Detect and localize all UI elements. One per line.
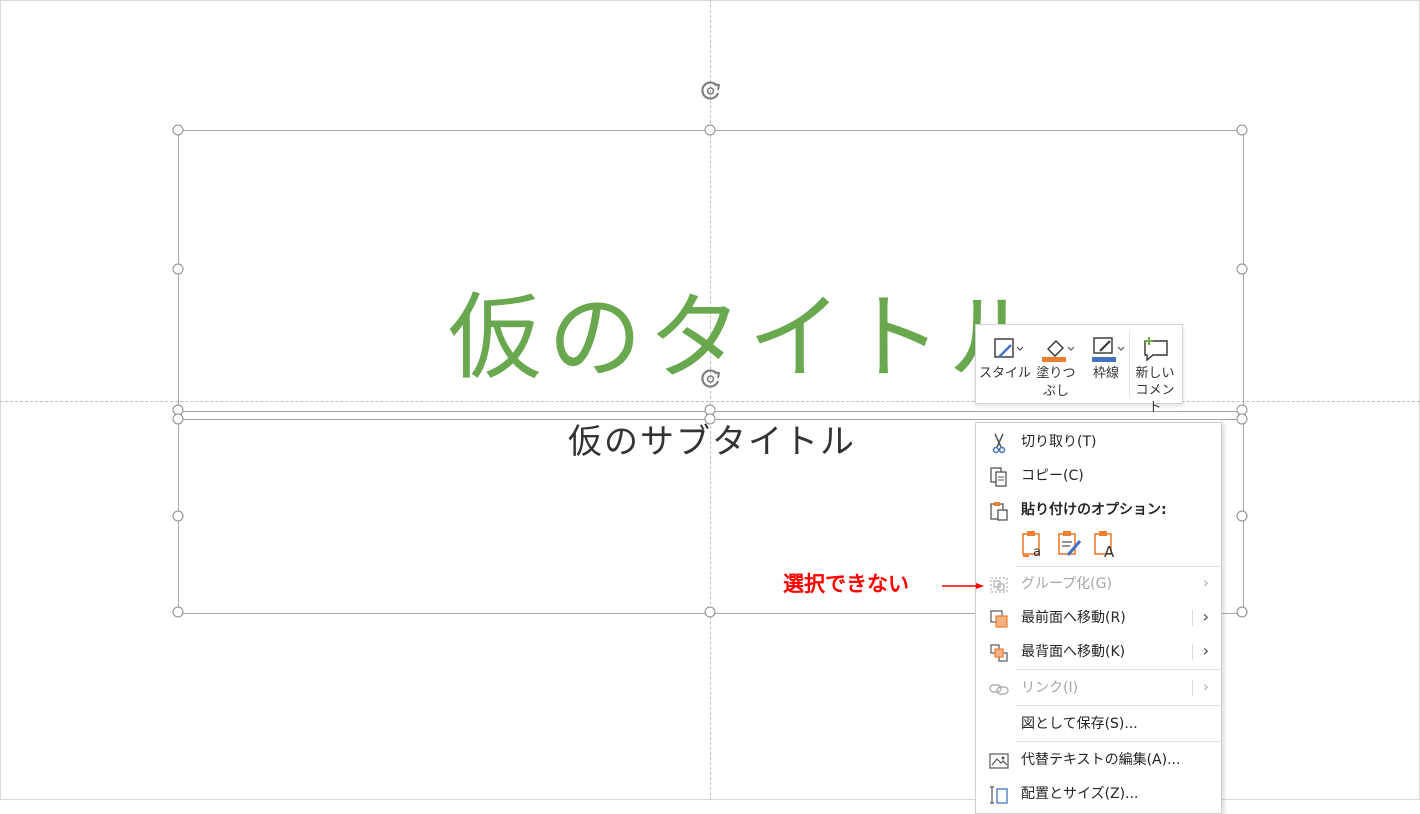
resize-handle[interactable] [1236, 124, 1248, 136]
context-menu: 切り取り(T) コピー(C) 貼り付けのオプション: a A グループ化(G) … [975, 422, 1222, 814]
menu-separator [1016, 566, 1221, 567]
menu-item-alt-text[interactable]: 代替テキストの編集(A)... [976, 745, 1221, 775]
menu-item-group[interactable]: グループ化(G) › [976, 569, 1221, 599]
menu-item-link[interactable]: リンク(I) › [976, 673, 1221, 703]
svg-text:a: a [1033, 545, 1041, 559]
group-icon [990, 577, 1008, 593]
resize-handle[interactable] [1236, 606, 1248, 618]
resize-handle[interactable] [1236, 263, 1248, 275]
resize-handle[interactable] [704, 413, 716, 425]
shape-style-icon [994, 338, 1024, 358]
size-position-icon [990, 786, 1008, 804]
menu-separator [1016, 741, 1221, 742]
menu-item-save-as-picture[interactable]: 図として保存(S)... [976, 709, 1221, 739]
resize-handle[interactable] [704, 124, 716, 136]
resize-handle[interactable] [172, 263, 184, 275]
menu-item-bring-front[interactable]: 最前面へ移動(R) › [976, 603, 1221, 633]
fill-label: 塗りつ ぶし [1036, 366, 1076, 399]
menu-item-size-position[interactable]: 配置とサイズ(Z)... [976, 779, 1221, 809]
mini-toolbar: スタイル 塗りつ ぶし 枠線 新しい コメント [975, 324, 1183, 415]
resize-handle[interactable] [172, 606, 184, 618]
resize-handle[interactable] [1236, 413, 1248, 425]
scissors-icon [992, 433, 1006, 454]
pen-outline-icon [1092, 337, 1125, 362]
split-divider [1192, 680, 1193, 696]
menu-item-copy[interactable]: コピー(C) [976, 461, 1221, 491]
toolbar-separator [1129, 331, 1130, 397]
menu-item-cut[interactable]: 切り取り(T) [976, 427, 1221, 457]
chevron-right-icon[interactable]: › [1203, 641, 1209, 660]
paste-text-only-icon[interactable]: A [1092, 529, 1118, 559]
menu-separator [1016, 705, 1221, 706]
outline-button[interactable]: 枠線 [1082, 331, 1130, 397]
menu-item-send-back[interactable]: 最背面へ移動(K) › [976, 637, 1221, 667]
paint-bucket-icon [1042, 340, 1075, 362]
link-icon [989, 684, 1009, 695]
menu-separator [1016, 669, 1221, 670]
alt-text-icon [989, 753, 1009, 769]
resize-handle[interactable] [1236, 510, 1248, 522]
slide-subtitle[interactable]: 仮のサブタイトル [568, 420, 856, 464]
split-divider [1192, 610, 1193, 626]
send-to-back-icon [990, 644, 1008, 662]
style-button[interactable]: スタイル [979, 331, 1031, 397]
clipboard-icon [990, 502, 1008, 521]
paste-keep-format-icon[interactable]: a [1020, 529, 1046, 559]
paste-picture-icon[interactable] [1056, 529, 1082, 559]
comment-icon [1144, 337, 1168, 362]
rotate-icon[interactable] [698, 78, 724, 104]
new-comment-label: 新しい コメント [1135, 366, 1175, 415]
annotation-label: 選択できない [783, 572, 909, 596]
copy-icon [990, 467, 1007, 487]
resize-handle[interactable] [172, 510, 184, 522]
chevron-right-icon[interactable]: › [1203, 607, 1209, 626]
resize-handle[interactable] [172, 413, 184, 425]
split-divider [1192, 644, 1193, 660]
annotation-arrow-icon [942, 583, 984, 589]
chevron-right-icon: › [1202, 573, 1209, 592]
rotate-icon[interactable] [698, 366, 724, 392]
resize-handle[interactable] [704, 606, 716, 618]
svg-text:A: A [1104, 543, 1115, 559]
paste-options-header: 貼り付けのオプション: [976, 495, 1221, 525]
fill-button[interactable]: 塗りつ ぶし [1032, 331, 1080, 399]
resize-handle[interactable] [172, 124, 184, 136]
new-comment-button[interactable]: 新しい コメント [1131, 331, 1179, 415]
chevron-right-icon: › [1202, 677, 1209, 696]
bring-to-front-icon [990, 610, 1008, 628]
